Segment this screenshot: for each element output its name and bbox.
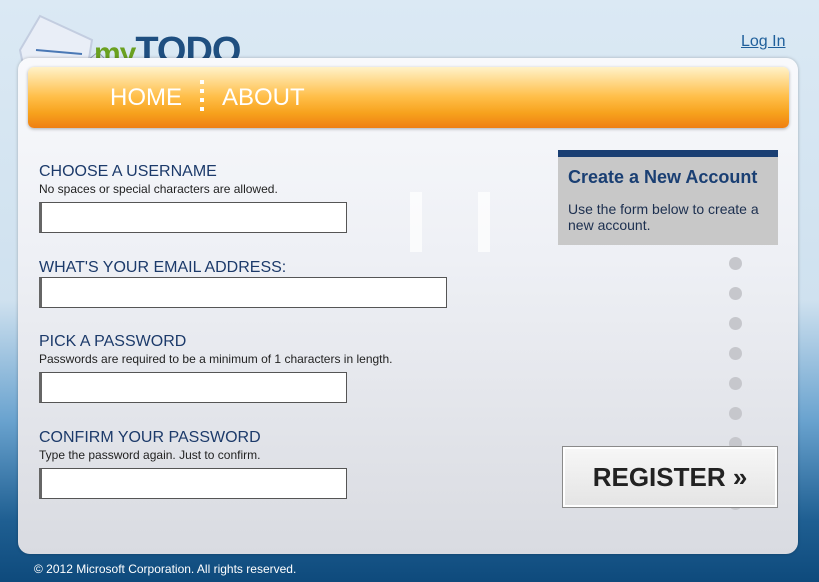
password-input[interactable] [39,372,347,403]
username-input[interactable] [39,202,347,233]
email-input[interactable] [39,277,447,308]
decorative-dot [729,377,742,390]
create-account-text: Use the form below to create a new accou… [568,201,759,233]
confirm-password-input[interactable] [39,468,347,499]
decorative-bar [410,192,422,252]
register-button[interactable]: REGISTER » [562,446,778,508]
decorative-dot [729,257,742,270]
login-link[interactable]: Log In [741,33,785,51]
nav-home[interactable]: HOME [110,84,182,112]
confirm-password-hint: Type the password again. Just to confirm… [39,448,261,462]
email-label: WHAT'S YOUR EMAIL ADDRESS: [39,259,287,276]
decorative-bar [478,192,490,252]
decorative-dot [729,347,742,360]
create-account-title: Create a New Account [568,167,758,187]
decorative-dot [729,287,742,300]
decorative-dot [729,317,742,330]
password-hint: Passwords are required to be a minimum o… [39,352,393,366]
confirm-password-label: CONFIRM YOUR PASSWORD [39,429,261,446]
footer-copyright: © 2012 Microsoft Corporation. All rights… [34,562,297,576]
password-label: PICK A PASSWORD [39,333,187,350]
decorative-dot [729,407,742,420]
username-label: CHOOSE A USERNAME [39,163,217,180]
nav-about[interactable]: ABOUT [222,84,305,112]
username-hint: No spaces or special characters are allo… [39,182,278,196]
create-account-panel: Create a New Account Use the form below … [558,150,778,245]
nav-separator [200,80,204,116]
